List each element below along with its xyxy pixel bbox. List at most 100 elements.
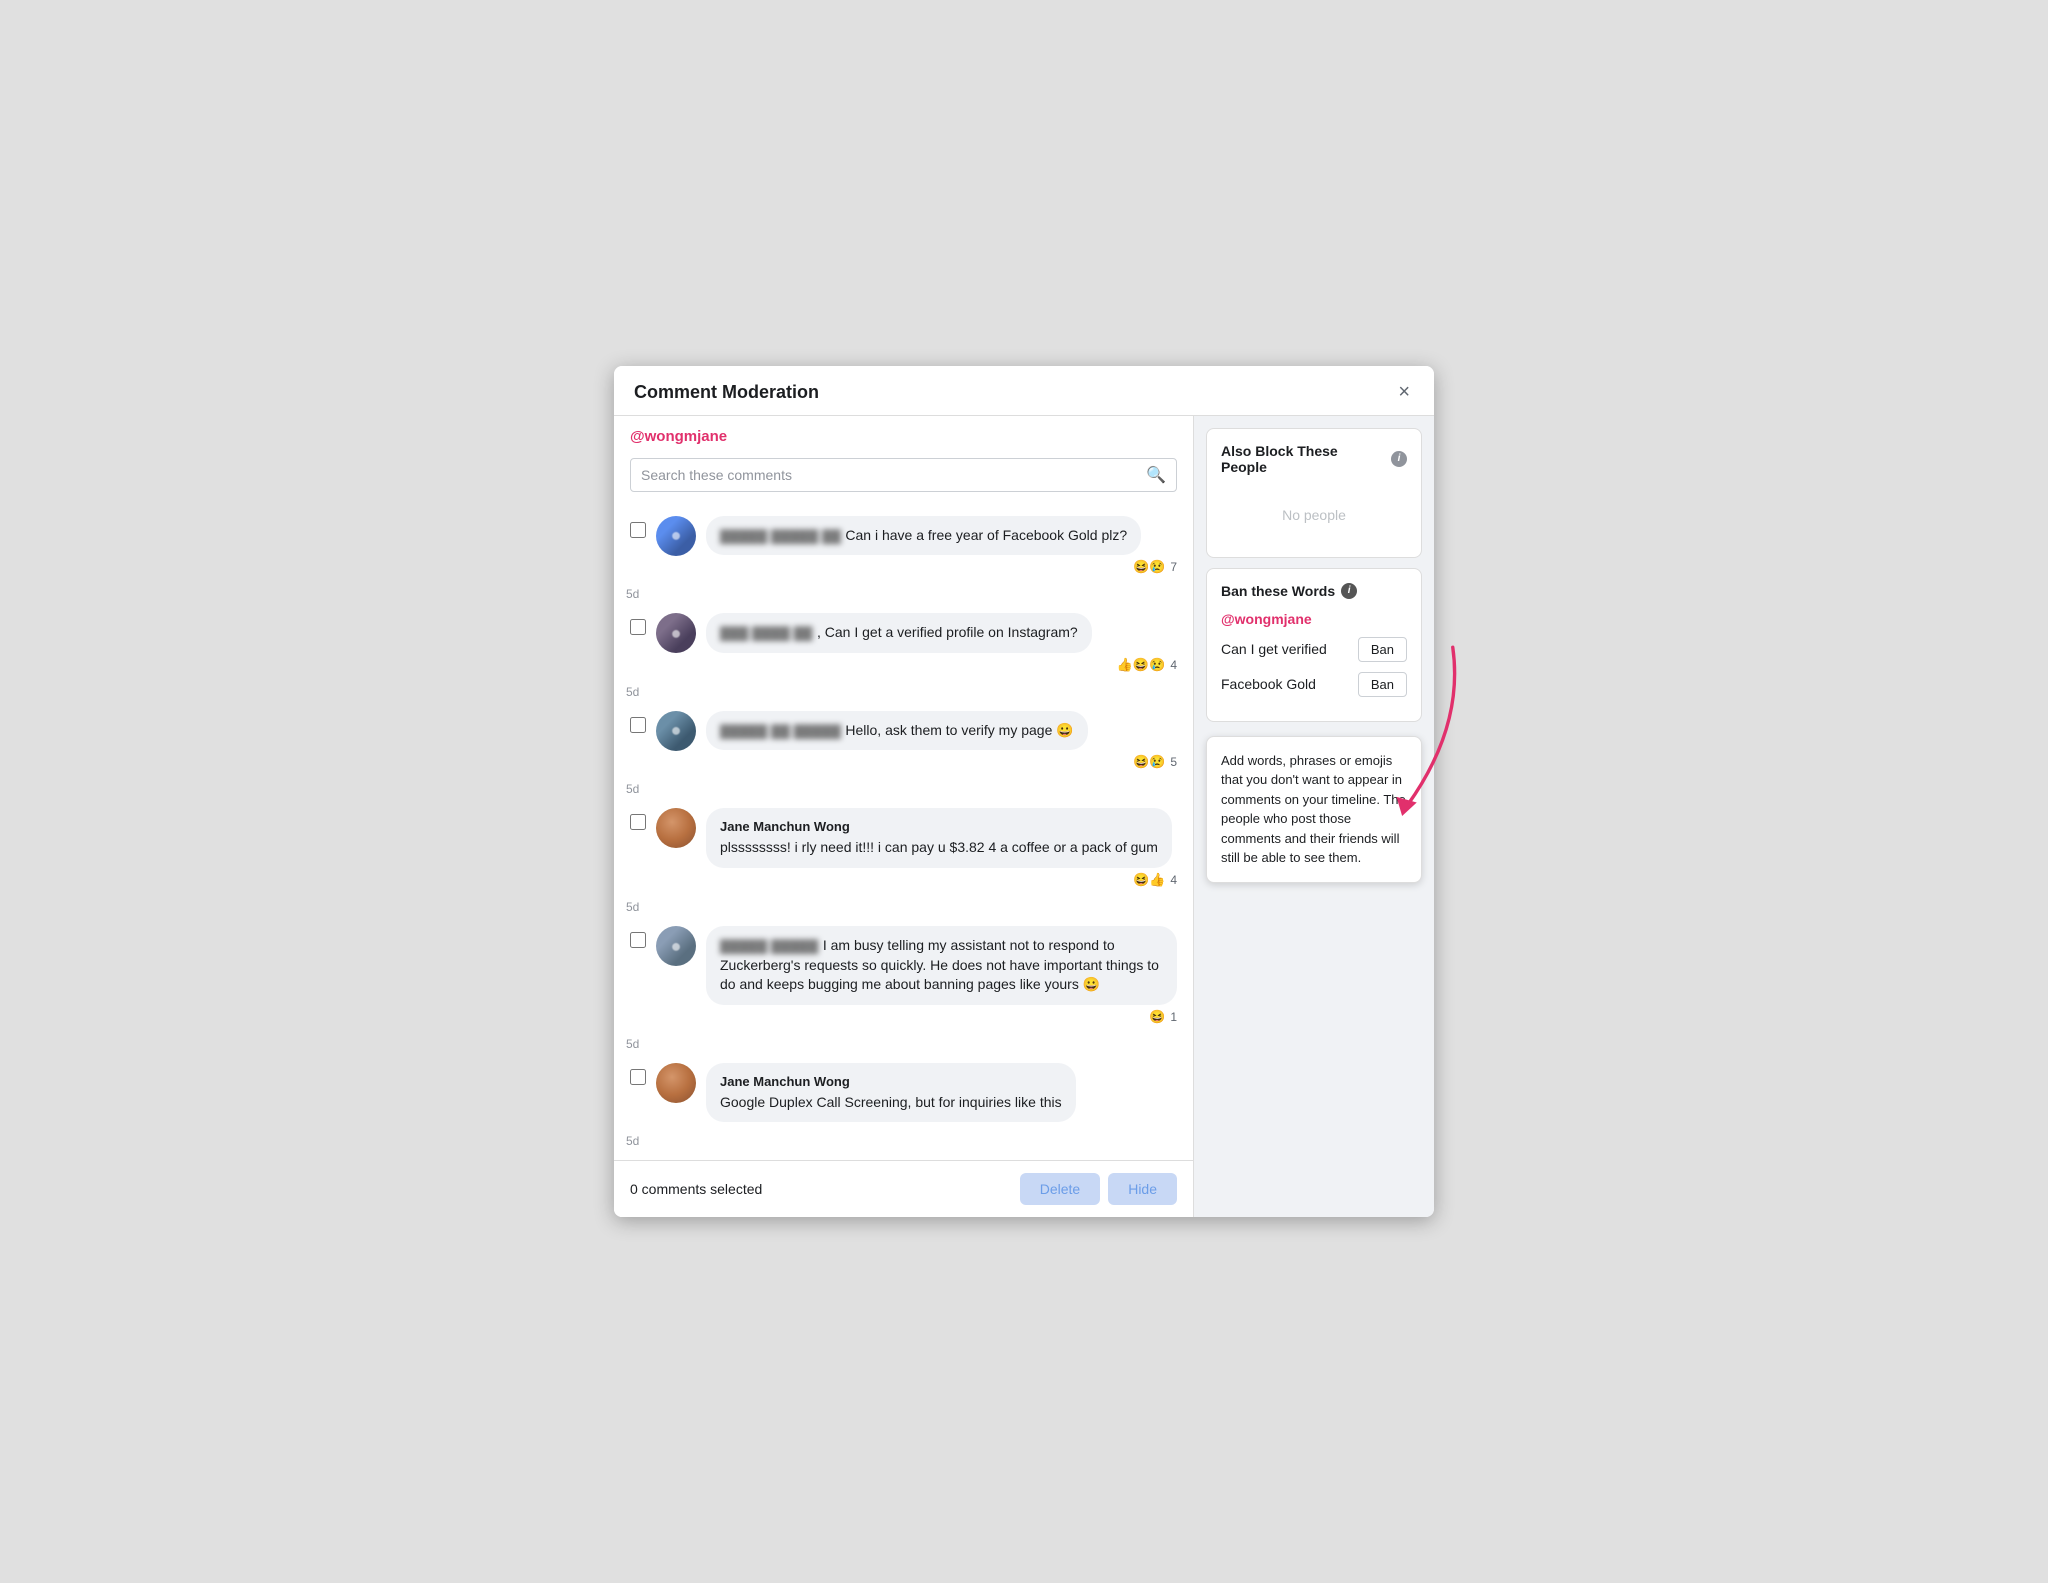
delete-button[interactable]: Delete bbox=[1020, 1173, 1100, 1205]
comment-bubble-wrap-6: Jane Manchun Wong Google Duplex Call Scr… bbox=[706, 1063, 1177, 1123]
action-buttons: Delete Hide bbox=[1020, 1173, 1177, 1205]
username-link[interactable]: @wongmjane bbox=[630, 428, 727, 445]
comment-bubble-wrap-1: ▓▓▓▓▓ ▓▓▓▓▓ ▓▓ Can i have a free year of… bbox=[706, 516, 1177, 576]
comment-reactions-2: 👍😆😢 4 bbox=[706, 657, 1177, 673]
selected-count: 0 comments selected bbox=[630, 1181, 762, 1197]
also-block-info-icon[interactable]: i bbox=[1391, 451, 1407, 467]
avatar-1: ● bbox=[656, 516, 696, 556]
reaction-count-2: 4 bbox=[1170, 658, 1177, 672]
real-avatar-4 bbox=[656, 808, 696, 848]
blurred-author-1: ▓▓▓▓▓ ▓▓▓▓▓ ▓▓ bbox=[720, 528, 841, 543]
comment-bubble-6: Jane Manchun Wong Google Duplex Call Scr… bbox=[706, 1063, 1076, 1123]
comment-time-1: 5d bbox=[626, 587, 1193, 601]
comment-time-5: 5d bbox=[626, 1037, 1193, 1051]
reaction-emojis-2: 👍😆😢 bbox=[1117, 657, 1166, 673]
comment-bubble-wrap-3: ▓▓▓▓▓ ▓▓ ▓▓▓▓▓ Hello, ask them to verify… bbox=[706, 711, 1177, 771]
ban-words-username: @wongmjane bbox=[1221, 611, 1407, 627]
search-input[interactable] bbox=[641, 467, 1146, 483]
comment-bubble-1: ▓▓▓▓▓ ▓▓▓▓▓ ▓▓ Can i have a free year of… bbox=[706, 516, 1141, 556]
comments-list: ● ▓▓▓▓▓ ▓▓▓▓▓ ▓▓ Can i have a free year … bbox=[614, 500, 1193, 1161]
comment-text-1: Can i have a free year of Facebook Gold … bbox=[845, 527, 1127, 543]
ban-words-info-icon[interactable]: i bbox=[1341, 583, 1357, 599]
comment-reactions-5: 😆 1 bbox=[706, 1009, 1177, 1025]
blurred-author-3: ▓▓▓▓▓ ▓▓ ▓▓▓▓▓ bbox=[720, 723, 841, 738]
also-block-title: Also Block These People i bbox=[1221, 443, 1407, 475]
comment-checkbox-2[interactable] bbox=[630, 619, 646, 635]
comment-time-2: 5d bbox=[626, 685, 1193, 699]
comment-checkbox-5[interactable] bbox=[630, 932, 646, 948]
avatar-5: ● bbox=[656, 926, 696, 966]
avatar-6 bbox=[656, 1063, 696, 1103]
left-panel: @wongmjane 🔍 ● bbox=[614, 416, 1194, 1218]
ban-button-1[interactable]: Ban bbox=[1358, 637, 1407, 662]
avatar-inner-2: ● bbox=[656, 613, 696, 653]
tooltip-text: Add words, phrases or emojis that you do… bbox=[1221, 753, 1406, 866]
avatar-2: ● bbox=[656, 613, 696, 653]
comment-checkbox-6[interactable] bbox=[630, 1069, 646, 1085]
ban-word-label-1: Can I get verified bbox=[1221, 641, 1327, 657]
comment-time-3: 5d bbox=[626, 782, 1193, 796]
avatar-inner-3: ● bbox=[656, 711, 696, 751]
comment-bubble-wrap-2: ▓▓▓ ▓▓▓▓ ▓▓ , Can I get a verified profi… bbox=[706, 613, 1177, 673]
blurred-author-5: ▓▓▓▓▓ ▓▓▓▓▓ bbox=[720, 938, 818, 953]
avatar-4 bbox=[656, 808, 696, 848]
comment-bubble-wrap-4: Jane Manchun Wong plssssssss! i rly need… bbox=[706, 808, 1177, 888]
comment-text-6: Google Duplex Call Screening, but for in… bbox=[720, 1093, 1062, 1113]
also-block-card: Also Block These People i No people bbox=[1206, 428, 1422, 558]
comment-container-2: ● ▓▓▓ ▓▓▓▓ ▓▓ , Can I get a verified pro… bbox=[614, 605, 1193, 699]
hide-button[interactable]: Hide bbox=[1108, 1173, 1177, 1205]
comment-checkbox-3[interactable] bbox=[630, 717, 646, 733]
right-panel: Also Block These People i No people Ban … bbox=[1194, 416, 1434, 1218]
reaction-emojis-3: 😆😢 bbox=[1133, 754, 1165, 770]
reaction-count-3: 5 bbox=[1170, 755, 1177, 769]
modal-header: Comment Moderation × bbox=[614, 366, 1434, 416]
modal: Comment Moderation × @wongmjane 🔍 bbox=[614, 366, 1434, 1218]
comment-text-2: , Can I get a verified profile on Instag… bbox=[817, 624, 1078, 640]
ban-word-row-1: Can I get verified Ban bbox=[1221, 637, 1407, 662]
avatar-3: ● bbox=[656, 711, 696, 751]
comment-bubble-wrap-5: ▓▓▓▓▓ ▓▓▓▓▓ I am busy telling my assista… bbox=[706, 926, 1177, 1025]
user-header: @wongmjane bbox=[614, 416, 1193, 450]
comment-container-4: Jane Manchun Wong plssssssss! i rly need… bbox=[614, 800, 1193, 914]
comment-item-2: ● ▓▓▓ ▓▓▓▓ ▓▓ , Can I get a verified pro… bbox=[614, 605, 1193, 681]
comment-checkbox-4[interactable] bbox=[630, 814, 646, 830]
ban-word-row-2: Facebook Gold Ban bbox=[1221, 672, 1407, 697]
avatar-inner-5: ● bbox=[656, 926, 696, 966]
no-people-text: No people bbox=[1221, 487, 1407, 543]
ban-button-2[interactable]: Ban bbox=[1358, 672, 1407, 697]
comment-bubble-4: Jane Manchun Wong plssssssss! i rly need… bbox=[706, 808, 1172, 868]
blurred-author-2: ▓▓▓ ▓▓▓▓ ▓▓ bbox=[720, 625, 813, 640]
reaction-emojis-1: 😆😢 bbox=[1133, 559, 1165, 575]
comment-reactions-1: 😆😢 7 bbox=[706, 559, 1177, 575]
search-icon-button[interactable]: 🔍 bbox=[1146, 465, 1166, 485]
comment-container-6: Jane Manchun Wong Google Duplex Call Scr… bbox=[614, 1055, 1193, 1149]
reaction-count-1: 7 bbox=[1170, 560, 1177, 574]
comment-checkbox-1[interactable] bbox=[630, 522, 646, 538]
comment-container-3: ● ▓▓▓▓▓ ▓▓ ▓▓▓▓▓ Hello, ask them to veri… bbox=[614, 703, 1193, 797]
comment-item-1: ● ▓▓▓▓▓ ▓▓▓▓▓ ▓▓ Can i have a free year … bbox=[614, 508, 1193, 584]
author-name-6: Jane Manchun Wong bbox=[720, 1074, 850, 1089]
also-block-title-text: Also Block These People bbox=[1221, 443, 1385, 475]
comment-text-3: Hello, ask them to verify my page 😀 bbox=[845, 722, 1073, 738]
reaction-count-4: 4 bbox=[1170, 873, 1177, 887]
search-icon: 🔍 bbox=[1146, 467, 1166, 484]
author-name-4: Jane Manchun Wong bbox=[720, 819, 850, 834]
search-bar: 🔍 bbox=[630, 458, 1177, 492]
tooltip-card: Add words, phrases or emojis that you do… bbox=[1206, 736, 1422, 883]
comment-bubble-3: ▓▓▓▓▓ ▓▓ ▓▓▓▓▓ Hello, ask them to verify… bbox=[706, 711, 1088, 751]
close-button[interactable]: × bbox=[1394, 382, 1414, 402]
comment-bubble-2: ▓▓▓ ▓▓▓▓ ▓▓ , Can I get a verified profi… bbox=[706, 613, 1092, 653]
comment-item-6: Jane Manchun Wong Google Duplex Call Scr… bbox=[614, 1055, 1193, 1131]
real-avatar-6 bbox=[656, 1063, 696, 1103]
modal-title: Comment Moderation bbox=[634, 382, 819, 403]
reaction-emojis-5: 😆 bbox=[1149, 1009, 1165, 1025]
comment-item-5: ● ▓▓▓▓▓ ▓▓▓▓▓ I am busy telling my assis… bbox=[614, 918, 1193, 1033]
avatar-inner-1: ● bbox=[656, 516, 696, 556]
ban-words-card: Ban these Words i @wongmjane Can I get v… bbox=[1206, 568, 1422, 722]
bottom-bar: 0 comments selected Delete Hide bbox=[614, 1160, 1193, 1217]
comment-time-6: 5d bbox=[626, 1134, 1193, 1148]
ban-words-title: Ban these Words i bbox=[1221, 583, 1407, 599]
comment-reactions-4: 😆👍 4 bbox=[706, 872, 1177, 888]
comment-bubble-5: ▓▓▓▓▓ ▓▓▓▓▓ I am busy telling my assista… bbox=[706, 926, 1177, 1005]
comment-container-5: ● ▓▓▓▓▓ ▓▓▓▓▓ I am busy telling my assis… bbox=[614, 918, 1193, 1051]
